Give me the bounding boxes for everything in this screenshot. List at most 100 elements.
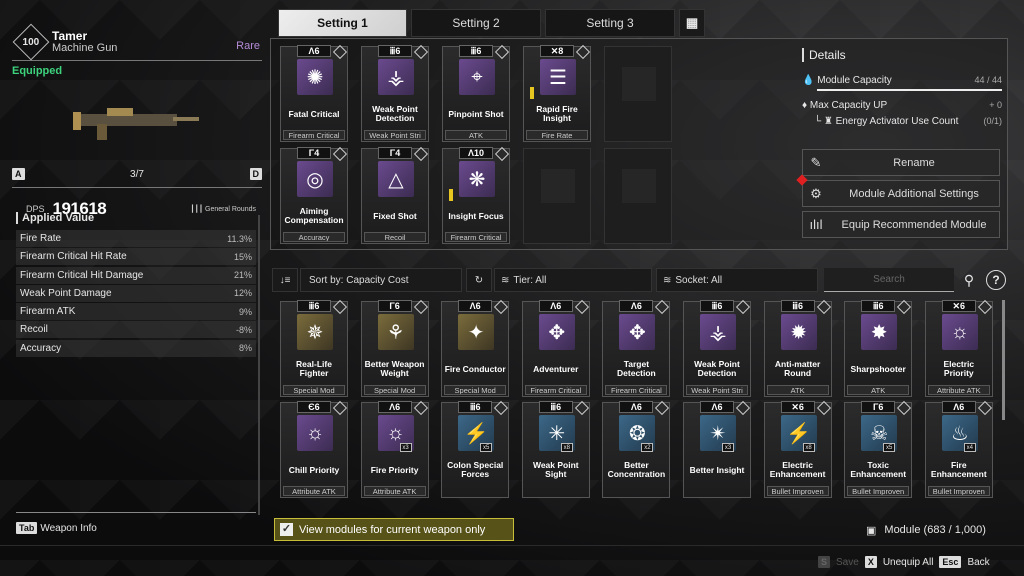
capacity-cost: Λ6 (458, 300, 493, 312)
module-name: Better Insight (689, 464, 745, 475)
module-card[interactable]: Γ4 ◎ Aiming Compensation Accuracy (280, 146, 348, 244)
module-card[interactable]: ⅲ6 ✳ x8 Weak Point Sight (521, 400, 590, 498)
sort-dropdown[interactable]: Sort by: Capacity Cost (300, 268, 462, 292)
module-card[interactable]: ⅲ6 ✹ Anti-matter Round ATK (763, 299, 832, 397)
next-weapon-key[interactable]: D (249, 168, 262, 180)
module-icon: ☰ (540, 59, 576, 95)
module-additional-settings-button[interactable]: ⚙ Module Additional Settings (796, 174, 1000, 207)
stat-row: Recoil -8% (16, 321, 256, 339)
module-card[interactable]: Λ6 ❂ x2 Better Concentration (602, 400, 671, 498)
module-card[interactable]: ⅲ6 ✵ Real-Life Fighter Special Mod (280, 299, 348, 397)
module-icon: ⚘ (377, 314, 414, 350)
module-card[interactable]: Λ6 ✺ Fatal Critical Firearm Critical (280, 44, 348, 142)
module-card[interactable]: Λ10 ❋ Insight Focus Firearm Critical (442, 146, 510, 244)
module-name: Chill Priority (288, 464, 340, 475)
capacity-cost: Γ4 (297, 147, 331, 159)
tier-dropdown[interactable]: ≋ Tier: All (494, 268, 652, 292)
weapon-image (12, 77, 262, 165)
module-icon: ◎ (297, 161, 333, 197)
rename-button[interactable]: ✎ Rename (802, 149, 1000, 176)
view-current-weapon-checkbox[interactable]: ✓ View modules for current weapon only (274, 518, 514, 541)
unequip-key: X (864, 556, 877, 568)
add-setting-button[interactable]: ▦ (679, 9, 705, 37)
socket-icon (413, 146, 429, 162)
module-category: Attribute ATK (363, 486, 426, 496)
capacity-cost: Γ6 (861, 401, 896, 413)
socket-icon (413, 44, 429, 60)
module-category: Recoil (364, 232, 426, 242)
divider (0, 545, 1024, 546)
module-card[interactable]: Γ6 ⚘ Better Weapon Weight Special Mod (360, 299, 429, 397)
module-card[interactable]: Λ6 ✴ x3 Better Insight (683, 400, 751, 498)
capacity-cost: Є6 (297, 401, 331, 413)
help-icon[interactable]: ? (986, 270, 1006, 290)
module-card[interactable]: ⅲ6 ⚶ Weak Point Detection Weak Point Str… (361, 44, 429, 142)
weapon-info-hint[interactable]: Tab Weapon Info (16, 522, 97, 534)
stat-value: 11.3% (227, 233, 252, 244)
reset-filter-button[interactable]: ↻ (466, 268, 492, 292)
stat-value: 12% (233, 288, 252, 299)
module-category: Weak Point Stri (364, 130, 426, 140)
socket-icon (332, 400, 348, 416)
module-card[interactable]: ✕6 ☼ Electric Priority Attribute ATK (924, 299, 993, 397)
machine-gun-icon (73, 108, 199, 140)
module-icon: ☼ (941, 314, 978, 350)
socket-dropdown[interactable]: ≋ Socket: All (656, 268, 818, 292)
module-card[interactable]: ⅲ6 ⌖ Pinpoint Shot ATK (442, 44, 510, 142)
socket-icon (977, 400, 992, 416)
tab-setting-1[interactable]: Setting 1 (278, 9, 407, 37)
module-card[interactable]: Λ6 ✥ Adventurer Firearm Critical (521, 299, 590, 397)
weapon-name: Tamer (52, 29, 88, 43)
module-category: Bullet Improven (766, 486, 829, 496)
applied-scrollbar[interactable] (258, 215, 260, 515)
search-icon[interactable]: ⚲ (958, 268, 980, 292)
equipped-status: Equipped (12, 65, 63, 77)
module-list-scrollbar[interactable] (1002, 300, 1005, 420)
module-card[interactable]: ⅲ6 ⚶ Weak Point Detection Weak Point Str… (683, 299, 751, 397)
module-name: Fire Priority (370, 464, 419, 475)
module-name: Rapid Fire Insight (536, 104, 578, 123)
empty-module-slot[interactable] (604, 148, 672, 244)
empty-module-slot[interactable] (523, 148, 591, 244)
module-card[interactable]: Γ6 ☠ x5 Toxic Enhancement Bullet Improve… (844, 400, 913, 498)
module-card[interactable]: Λ6 ☼ x3 Fire Priority Attribute ATK (360, 400, 429, 498)
module-card[interactable]: Λ6 ✥ Target Detection Firearm Critical (602, 299, 671, 397)
sort-icon: ↓≡ (279, 274, 291, 286)
stat-row: Firearm Critical Hit Damage 21% (16, 266, 256, 284)
module-category: Firearm Critical (524, 385, 587, 395)
empty-module-slot[interactable] (604, 46, 672, 142)
equip-recommended-button[interactable]: ılıl Equip Recommended Module (802, 211, 1000, 238)
save-button[interactable]: Save (836, 557, 859, 568)
stat-value: -8% (235, 324, 252, 335)
search-input[interactable]: Search (824, 268, 954, 292)
stat-value: 9% (238, 306, 252, 317)
footer-actions: S Save X Unequip All Esc Back (818, 556, 990, 568)
tab-setting-2[interactable]: Setting 2 (411, 9, 541, 37)
unequip-all-button[interactable]: Unequip All (883, 557, 934, 568)
module-card[interactable]: ✕6 ⚡ x8 Electric Enhancement Bullet Impr… (763, 400, 832, 498)
capacity-cost: Γ4 (378, 147, 412, 159)
module-card[interactable]: Λ6 ✦ Fire Conductor Special Mod (441, 299, 510, 397)
module-icon: ✸ (861, 314, 898, 350)
socket-icon (655, 400, 670, 416)
layers-icon: ≋ (501, 274, 510, 286)
module-card[interactable]: ⅲ6 ⚡ x5 Colon Special Forces (441, 400, 510, 498)
stack-count: x5 (883, 443, 896, 452)
refresh-icon: ↻ (474, 274, 484, 286)
module-card[interactable]: ⅲ6 ✸ Sharpshooter ATK (844, 299, 913, 397)
module-icon: ✦ (458, 314, 495, 350)
back-button[interactable]: Back (967, 557, 989, 568)
tab-setting-3[interactable]: Setting 3 (545, 9, 675, 37)
module-name: Electric Enhancement (769, 460, 826, 479)
module-card[interactable]: Γ4 △ Fixed Shot Recoil (361, 146, 429, 244)
module-card[interactable]: Λ6 ♨ x4 Fire Enhancement Bullet Improven (924, 400, 993, 498)
module-card[interactable]: Є6 ☼ Chill Priority Attribute ATK (280, 400, 348, 498)
module-icon: ✵ (297, 314, 333, 350)
prev-weapon-key[interactable]: A (12, 168, 25, 180)
sort-order-button[interactable]: ↓≡ (272, 268, 298, 292)
module-card[interactable]: ✕8 ☰ Rapid Fire Insight Fire Rate (523, 44, 591, 142)
module-category: Firearm Critical (605, 385, 668, 395)
capacity-cost: ⅲ6 (297, 300, 331, 312)
applied-value-panel: Applied Value Fire Rate 11.3% Firearm Crit… (16, 212, 256, 358)
capacity-icon: 💧 (802, 74, 815, 86)
